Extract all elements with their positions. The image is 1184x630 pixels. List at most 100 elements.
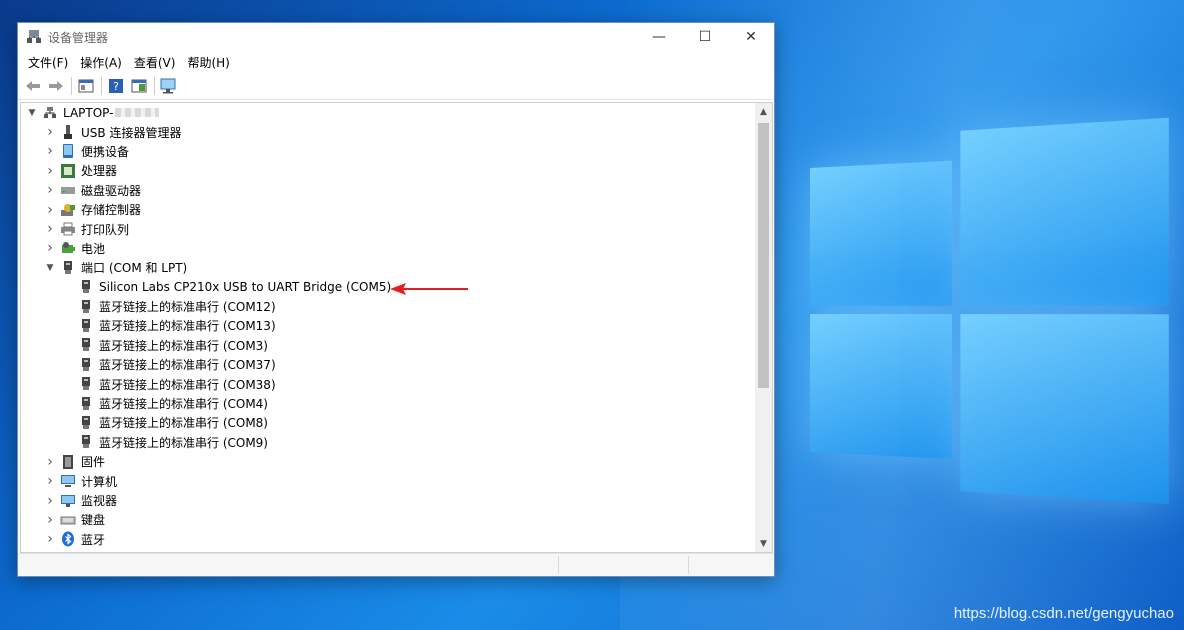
windows-logo [810, 117, 1171, 507]
forward-button[interactable] [45, 76, 67, 96]
close-button[interactable]: ✕ [728, 23, 774, 51]
help-button[interactable]: ? [105, 76, 127, 96]
properties-button[interactable] [75, 76, 97, 96]
back-button[interactable] [22, 76, 44, 96]
tree-item-label: USB 连接器管理器 [81, 125, 182, 140]
firmware-icon [60, 454, 76, 470]
computer-icon [60, 473, 76, 489]
maximize-button[interactable]: ☐ [682, 23, 728, 51]
menu-view[interactable]: 查看(V) [128, 54, 182, 71]
expand-chevron-icon[interactable]: › [44, 240, 56, 256]
tree-item-category[interactable]: › 蓝牙 [21, 530, 755, 549]
tree-item-port[interactable]: 蓝牙链接上的标准串行 (COM4) [21, 394, 755, 413]
tree-item-port[interactable]: 蓝牙链接上的标准串行 (COM38) [21, 374, 755, 393]
tree-item-label: 蓝牙链接上的标准串行 (COM38) [99, 377, 276, 392]
expand-chevron-icon[interactable]: › [44, 512, 56, 528]
tree-item-category[interactable]: › 磁盘驱动器 [21, 181, 755, 200]
root-label: LAPTOP- [63, 105, 114, 120]
expand-chevron-icon[interactable]: › [44, 163, 56, 179]
tree-item-label: 蓝牙链接上的标准串行 (COM9) [99, 435, 268, 450]
tree-item-port[interactable]: 蓝牙链接上的标准串行 (COM12) [21, 297, 755, 316]
tree-item-category[interactable]: › 打印队列 [21, 219, 755, 238]
expand-chevron-icon[interactable]: › [44, 454, 56, 470]
tree-item-port[interactable]: 蓝牙链接上的标准串行 (COM3) [21, 336, 755, 355]
port-icon [60, 260, 76, 276]
tree-item-category[interactable]: › 键盘 [21, 510, 755, 529]
logo-pane [960, 314, 1169, 505]
collapse-chevron-icon[interactable]: ▼ [26, 108, 38, 118]
tree-item-category[interactable]: › 计算机 [21, 471, 755, 490]
minimize-button[interactable]: — [636, 23, 682, 51]
menu-action[interactable]: 操作(A) [74, 54, 128, 71]
expand-chevron-icon[interactable]: › [44, 473, 56, 489]
window-title: 设备管理器 [48, 30, 109, 45]
status-bar [18, 553, 774, 576]
monitor-scan-icon [160, 78, 176, 94]
logo-pane [960, 117, 1169, 306]
expand-chevron-icon[interactable]: › [44, 182, 56, 198]
tree-item-label: Silicon Labs CP210x USB to UART Bridge (… [99, 280, 392, 295]
svg-text:?: ? [113, 80, 119, 93]
menu-help[interactable]: 帮助(H) [181, 54, 235, 71]
port-icon [78, 337, 94, 353]
tree-item-label: 蓝牙链接上的标准串行 (COM12) [99, 300, 276, 315]
toolbar-separator [101, 77, 102, 95]
annotation-arrow [390, 283, 468, 295]
expand-chevron-icon[interactable]: › [44, 531, 56, 547]
tree-item-label: 蓝牙链接上的标准串行 (COM8) [99, 416, 268, 431]
scroll-up-icon[interactable]: ▲ [755, 103, 772, 120]
tree-item-category[interactable]: › 电池 [21, 239, 755, 258]
device-manager-window: 设备管理器 — ☐ ✕ 文件(F) 操作(A) 查看(V) 帮助(H) ? ▼ … [17, 22, 775, 577]
tree-item-port[interactable]: 蓝牙链接上的标准串行 (COM13) [21, 316, 755, 335]
logo-pane [810, 314, 952, 460]
view-pane-icon [131, 79, 147, 93]
tree-item-category[interactable]: › 处理器 [21, 161, 755, 180]
tree-item-label: 蓝牙链接上的标准串行 (COM4) [99, 397, 268, 412]
toolbar: ? [18, 73, 774, 100]
tree-item-port[interactable]: 蓝牙链接上的标准串行 (COM37) [21, 355, 755, 374]
tree-item-label: 计算机 [81, 474, 118, 489]
expand-chevron-icon[interactable]: › [44, 202, 56, 218]
vertical-scrollbar[interactable]: ▲ ▼ [755, 103, 772, 552]
tree-item-category[interactable]: › 便携设备 [21, 142, 755, 161]
expand-chevron-icon[interactable]: › [44, 493, 56, 509]
scroll-down-icon[interactable]: ▼ [755, 535, 772, 552]
status-segment [558, 556, 559, 574]
view-pane-button[interactable] [128, 76, 150, 96]
menu-file[interactable]: 文件(F) [22, 54, 74, 71]
tree-item-category[interactable]: › 固件 [21, 452, 755, 471]
tree-item-category[interactable]: ▼ 端口 (COM 和 LPT) [21, 258, 755, 277]
tree-item-category[interactable]: › 存储控制器 [21, 200, 755, 219]
expand-chevron-icon[interactable]: › [44, 124, 56, 140]
tree-item-port[interactable]: 蓝牙链接上的标准串行 (COM8) [21, 413, 755, 432]
device-tree: ▼ LAPTOP- › USB 连接器管理器 › 便携设备 › 处理器 › 磁盘驱动器 › 存储控… [21, 103, 755, 552]
collapse-chevron-icon[interactable]: ▼ [44, 263, 56, 273]
port-icon [78, 299, 94, 315]
tree-item-label: 端口 (COM 和 LPT) [81, 261, 188, 276]
tree-item-label: 电池 [81, 241, 106, 256]
scroll-thumb[interactable] [758, 123, 769, 388]
port-icon [78, 434, 94, 450]
tree-item-port[interactable]: 蓝牙链接上的标准串行 (COM9) [21, 433, 755, 452]
logo-pane [810, 160, 952, 306]
back-arrow-icon [26, 81, 40, 91]
storage-controller-icon [60, 202, 76, 218]
tree-item-label: 蓝牙链接上的标准串行 (COM3) [99, 338, 268, 353]
tree-item-label: 磁盘驱动器 [81, 183, 142, 198]
expand-chevron-icon[interactable]: › [44, 221, 56, 237]
tree-item-label: 蓝牙 [81, 532, 106, 547]
port-icon [78, 357, 94, 373]
toolbar-separator [71, 77, 72, 95]
tree-root[interactable]: ▼ LAPTOP- [21, 103, 755, 122]
title-bar[interactable]: 设备管理器 — ☐ ✕ [18, 23, 774, 51]
tree-item-category[interactable]: › USB 连接器管理器 [21, 122, 755, 141]
properties-icon [78, 79, 94, 93]
disk-drive-icon [60, 182, 76, 198]
tree-item-label: 蓝牙链接上的标准串行 (COM37) [99, 358, 276, 373]
tree-item-label: 固件 [81, 455, 106, 470]
keyboard-icon [60, 512, 76, 528]
scan-hardware-button[interactable] [158, 76, 180, 96]
tree-item-label: 打印队列 [81, 222, 130, 237]
expand-chevron-icon[interactable]: › [44, 143, 56, 159]
tree-item-category[interactable]: › 监视器 [21, 491, 755, 510]
